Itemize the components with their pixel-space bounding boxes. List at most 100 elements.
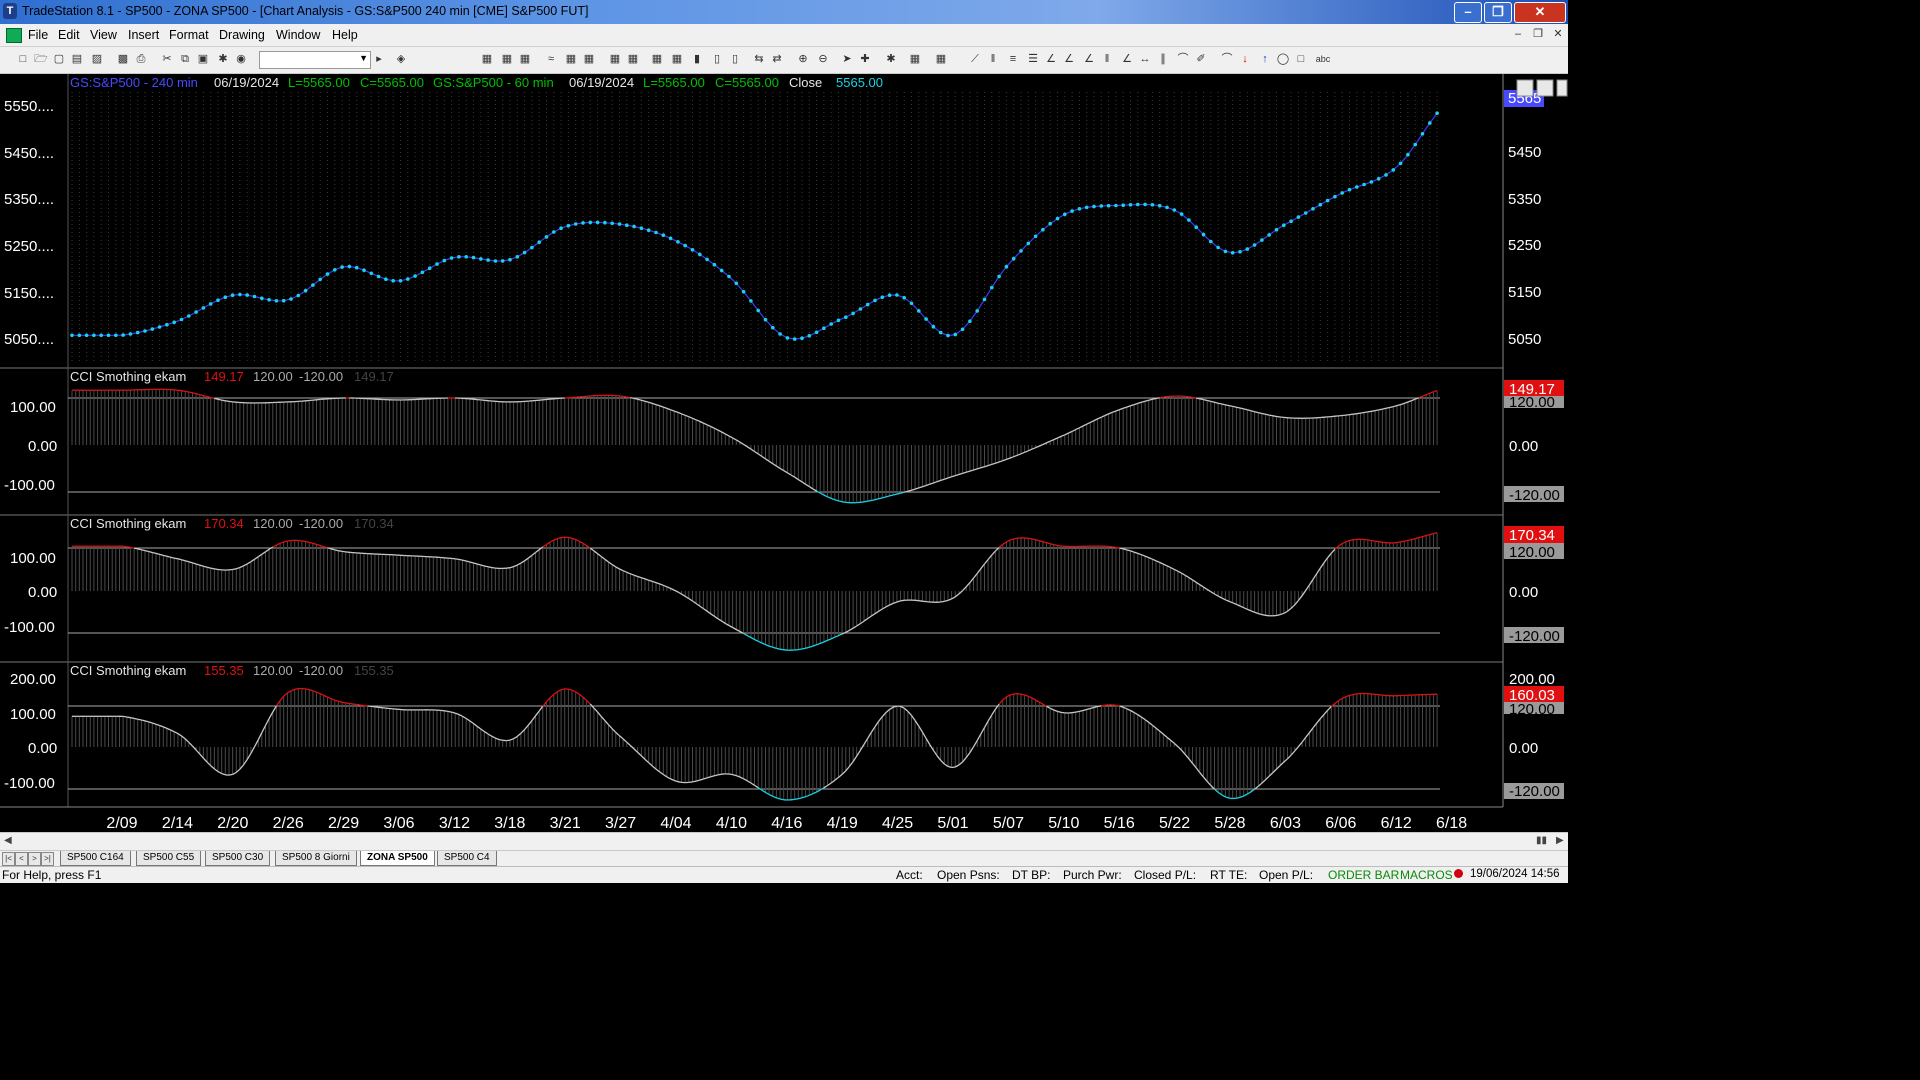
scroll-left-icon[interactable]: ◀ [4,835,12,846]
grid-icon[interactable]: ▦ [518,53,532,66]
export-icon[interactable]: ▦ [934,53,948,66]
speed-lines-icon[interactable]: ∠ [1082,53,1096,66]
subwindow-minimize-icon[interactable] [1516,79,1534,97]
restore-icon[interactable]: ❐ [1484,2,1512,23]
import-icon[interactable]: ▦ [908,53,922,66]
arrow-lr-icon[interactable]: ↔ [1138,53,1152,66]
tab-zona-sp500[interactable]: ZONA SP500 [360,851,435,866]
document-icon[interactable] [6,28,22,43]
mdi-minimize-icon[interactable]: – [1510,27,1526,42]
mdi-restore-icon[interactable]: ❐ [1530,27,1546,42]
chart-svg[interactable]: GS:S&P500 - 240 min 06/19/2024 L=5565.00… [0,74,1568,832]
minimize-icon[interactable]: – [1454,2,1482,23]
status-macros[interactable]: MACROS [1400,868,1453,882]
close-icon[interactable]: ✕ [1514,2,1566,23]
news-icon[interactable]: ▦ [608,53,622,66]
indicator-icon[interactable]: ▦ [670,53,684,66]
compress-bars-icon[interactable]: ⇄ [770,53,784,66]
menu-format[interactable]: Format [169,28,209,42]
tools-icon[interactable]: ✱ [884,53,898,66]
scroll-thumb-icon[interactable]: ▮▮ [1536,835,1547,846]
tab-first-icon[interactable]: |< [2,852,15,866]
menu-insert[interactable]: Insert [128,28,159,42]
tab-next-icon[interactable]: > [28,852,41,866]
channel-icon[interactable]: ∠ [1062,53,1076,66]
parallel-icon[interactable]: ∥ [1156,53,1170,66]
horizontal-scrollbar[interactable]: ◀ ▮▮ ▶ [0,832,1568,850]
open-icon[interactable]: 🗁 [34,53,48,66]
chart-area[interactable]: GS:S&P500 - 240 min 06/19/2024 L=5565.00… [0,74,1568,832]
hotlist-icon[interactable]: ▦ [626,53,640,66]
horizontal-lines-icon[interactable]: ≡ [1006,53,1020,66]
menu-window[interactable]: Window [276,28,320,42]
new-icon[interactable]: □ [16,53,30,66]
curve-icon[interactable]: ⌒ [1220,53,1234,66]
zoom-bars-icon[interactable]: ⇆ [752,53,766,66]
text-tool-icon[interactable]: abc [1312,53,1334,66]
radar-icon[interactable]: ▦ [500,53,514,66]
trendline-icon[interactable]: ⟋ [968,53,982,66]
scroll-right-icon[interactable]: ▶ [1556,835,1564,846]
new-workspace-icon[interactable]: ▢ [52,53,66,66]
new-chart-icon[interactable]: ▤ [70,53,84,66]
menu-edit[interactable]: Edit [58,28,80,42]
menu-view[interactable]: View [90,28,117,42]
cut-icon[interactable]: ✂ [160,53,174,66]
mdi-close-icon[interactable]: ✕ [1550,27,1566,42]
andrews-icon[interactable]: ‖ [1100,53,1114,66]
menu-help[interactable]: Help [332,28,358,42]
globe-icon[interactable]: ◉ [234,53,248,66]
cci-line-segment [630,396,635,400]
matrix-icon[interactable]: ≈ [544,53,558,66]
scan-icon[interactable]: ◈ [394,53,408,66]
order-icon[interactable]: ▦ [582,53,596,66]
lock-icon[interactable]: ▣ [196,53,210,66]
print-icon[interactable]: ⎙ [134,53,148,66]
subwindow-restore-icon[interactable] [1536,79,1554,97]
symbol-combo[interactable]: ▼ [259,51,371,69]
cursor-icon[interactable]: ✚ [858,53,872,66]
tab-sp500-c164[interactable]: SP500 C164 [60,851,131,866]
price-point [92,333,96,338]
fib-icon[interactable]: ☰ [1026,53,1040,66]
angle-icon[interactable]: ∠ [1120,53,1134,66]
rectangle-icon[interactable]: □ [1294,53,1308,66]
date-tick-label: 3/12 [439,815,470,832]
price-point [216,298,220,302]
ohlc-icon[interactable]: ▯ [728,53,742,66]
cci-line-segment [356,703,361,706]
tab-sp500-c55[interactable]: SP500 C55 [136,851,202,866]
status-order-bar[interactable]: ORDER BAR [1328,868,1399,882]
tab-sp500-c30[interactable]: SP500 C30 [205,851,271,866]
strategy-icon[interactable]: ▦ [650,53,664,66]
zoom-in-icon[interactable]: ⊕ [796,53,810,66]
vertical-lines-icon[interactable]: ‖ [986,53,1000,66]
price-point [946,333,950,338]
freehand-icon[interactable]: ✐ [1194,53,1208,66]
ellipse-icon[interactable]: ◯ [1276,53,1290,66]
gann-icon[interactable]: ∠ [1044,53,1058,66]
open-folder-icon[interactable]: ▨ [90,53,104,66]
tab-prev-icon[interactable]: < [15,852,28,866]
tab-last-icon[interactable]: >| [41,852,54,866]
bar-chart-icon[interactable]: ▮ [690,53,704,66]
menu-drawing[interactable]: Drawing [219,28,265,42]
combo-arrow-icon[interactable]: ▸ [372,53,386,66]
copy-icon[interactable]: ⧉ [178,53,192,66]
price-point [975,309,979,313]
options-icon[interactable]: ▦ [564,53,578,66]
tab-sp500-8-giorni[interactable]: SP500 8 Giorni [275,851,357,866]
candle-icon[interactable]: ▯ [710,53,724,66]
connection-status-icon [1454,869,1463,878]
save-icon[interactable]: ▩ [116,53,130,66]
arrow-up-icon[interactable]: ↑ [1258,53,1272,66]
arc-icon[interactable]: ⌒ [1176,53,1190,66]
pointer-icon[interactable]: ➤ [840,53,854,66]
chart-window-icon[interactable]: ▦ [480,53,494,66]
paint-icon[interactable]: ✱ [216,53,230,66]
tab-sp500-c4[interactable]: SP500 C4 [437,851,497,866]
subwindow-close-icon[interactable] [1556,79,1568,97]
zoom-out-icon[interactable]: ⊖ [816,53,830,66]
arrow-down-icon[interactable]: ↓ [1238,53,1252,66]
menu-file[interactable]: File [28,28,48,42]
